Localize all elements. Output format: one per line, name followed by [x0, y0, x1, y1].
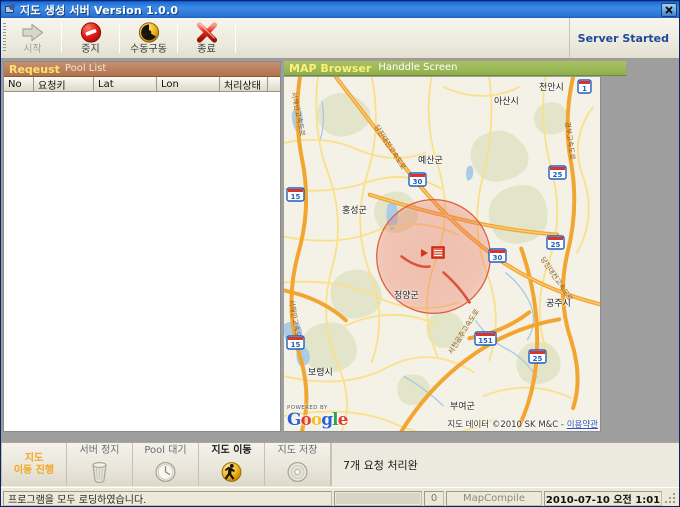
bottom-toolbar: 지도 이동 진행 서버 정지 Pool 대기 지도 이동 지도 저장 7개 요청…	[1, 442, 679, 486]
content-area: Reqeust Pool List No 요청키 Lat Lon 처리상태 MA…	[1, 59, 679, 442]
start-button[interactable]: 시작	[8, 18, 57, 58]
manual-run-button-label: 수동구동	[130, 44, 167, 55]
status-count: 0	[430, 492, 438, 504]
request-table-header: No 요청키 Lat Lon 처리상태	[4, 77, 280, 92]
map-move-progress-indicator: 지도 이동 진행	[1, 443, 67, 486]
request-pool-panel: Reqeust Pool List No 요청키 Lat Lon 처리상태	[3, 61, 281, 432]
column-header-lon[interactable]: Lon	[157, 77, 220, 91]
server-status-area: Server Started	[568, 18, 679, 58]
column-header-lat[interactable]: Lat	[94, 77, 157, 91]
toolbar-grip[interactable]	[1, 18, 8, 58]
google-wordmark: Google	[287, 410, 348, 430]
status-progress-fill	[336, 492, 420, 504]
map-browser-panel: MAP Browser Handdle Screen 서해안고속도로 당진대전고…	[284, 61, 626, 432]
map-marker-group[interactable]	[410, 245, 450, 264]
status-module: MapCompile	[462, 492, 525, 504]
server-status-label: Server Started	[577, 31, 669, 45]
stop-button-label: 중지	[81, 44, 100, 55]
request-table-body[interactable]	[4, 92, 280, 431]
start-arrow-icon	[21, 21, 45, 44]
map-move-progress-label: 지도 이동 진행	[13, 453, 55, 476]
column-header-filler[interactable]	[268, 77, 280, 91]
server-stop-label: 서버 정지	[79, 445, 120, 457]
google-logo: POWERED BY Google	[287, 405, 348, 430]
request-pool-header: Reqeust Pool List	[4, 62, 280, 77]
map-browser-header-title: MAP Browser	[289, 61, 372, 75]
manual-run-button[interactable]: 수동구동	[124, 18, 173, 58]
toolbar-separator-3	[177, 23, 178, 53]
stop-sign-icon	[79, 21, 103, 44]
clock-icon	[153, 459, 178, 484]
map-attribution-text: 지도 데이터 ©2010 SK M&C -	[447, 420, 567, 430]
request-pool-header-title: Reqeust	[9, 62, 60, 76]
trash-icon	[87, 459, 112, 484]
status-datetime-cell: 2010-07-10 오전 1:01	[544, 490, 662, 506]
status-count-cell: 0	[424, 490, 444, 506]
status-message: 프로그램을 모두 로딩하였습니다.	[8, 494, 147, 506]
map-server-icon	[4, 3, 17, 16]
server-stop-button[interactable]: 서버 정지	[67, 443, 133, 486]
window-title: 지도 생성 서버 Version 1.0.0	[20, 3, 179, 17]
map-attribution: 지도 데이터 ©2010 SK M&C - 이용약관	[447, 418, 598, 430]
column-header-status[interactable]: 처리상태	[220, 77, 268, 91]
map-save-button[interactable]: 지도 저장	[265, 443, 331, 486]
exit-button[interactable]: 종료	[182, 18, 231, 58]
close-button[interactable]	[661, 2, 677, 17]
application-window: 지도 생성 서버 Version 1.0.0 시작 중지 수동구동 종료 Ser…	[0, 0, 680, 507]
request-pool-header-subtitle: Pool List	[64, 63, 107, 74]
map-browser-header-subtitle: Handdle Screen	[378, 62, 458, 73]
toolbar-separator-1	[61, 23, 62, 53]
bottom-status-text: 7개 요청 처리완	[343, 458, 418, 472]
bottom-status-area: 7개 요청 처리완	[331, 443, 679, 486]
status-message-cell: 프로그램을 모두 로딩하였습니다.	[3, 490, 332, 506]
toolbar-separator-4	[235, 23, 236, 53]
walking-person-icon	[219, 459, 244, 484]
pool-wait-label: Pool 대기	[144, 445, 187, 457]
map-browser-header: MAP Browser Handdle Screen	[284, 61, 626, 76]
status-datetime: 2010-07-10 오전 1:01	[545, 494, 661, 506]
resize-grip[interactable]	[664, 492, 677, 505]
map-move-label: 지도 이동	[211, 445, 252, 457]
status-module-cell: MapCompile	[446, 490, 542, 506]
main-toolbar: 시작 중지 수동구동 종료 Server Started	[1, 18, 679, 59]
column-header-request-key[interactable]: 요청키	[34, 77, 94, 91]
stop-button[interactable]: 중지	[66, 18, 115, 58]
map-move-button[interactable]: 지도 이동	[199, 443, 265, 486]
radiation-icon	[137, 21, 161, 44]
exit-button-label: 종료	[197, 44, 216, 55]
title-bar: 지도 생성 서버 Version 1.0.0	[1, 1, 679, 18]
toolbar-separator-2	[119, 23, 120, 53]
map-viewport[interactable]: 서해안고속도로 당진대전고속도로 경부고속도로 서해안고속도로 당진대전고속도로…	[284, 77, 601, 432]
status-progress-bar	[334, 490, 422, 506]
map-terms-link[interactable]: 이용약관	[567, 420, 598, 430]
red-x-icon	[195, 21, 219, 44]
column-header-no[interactable]: No	[4, 77, 34, 91]
disc-icon	[285, 459, 310, 484]
map-save-label: 지도 저장	[277, 445, 318, 457]
start-button-label: 시작	[23, 44, 42, 55]
pool-wait-button[interactable]: Pool 대기	[133, 443, 199, 486]
status-bar: 프로그램을 모두 로딩하였습니다. 0 MapCompile 2010-07-1…	[1, 487, 679, 506]
close-icon	[665, 5, 673, 14]
red-marker-icon	[410, 246, 445, 259]
